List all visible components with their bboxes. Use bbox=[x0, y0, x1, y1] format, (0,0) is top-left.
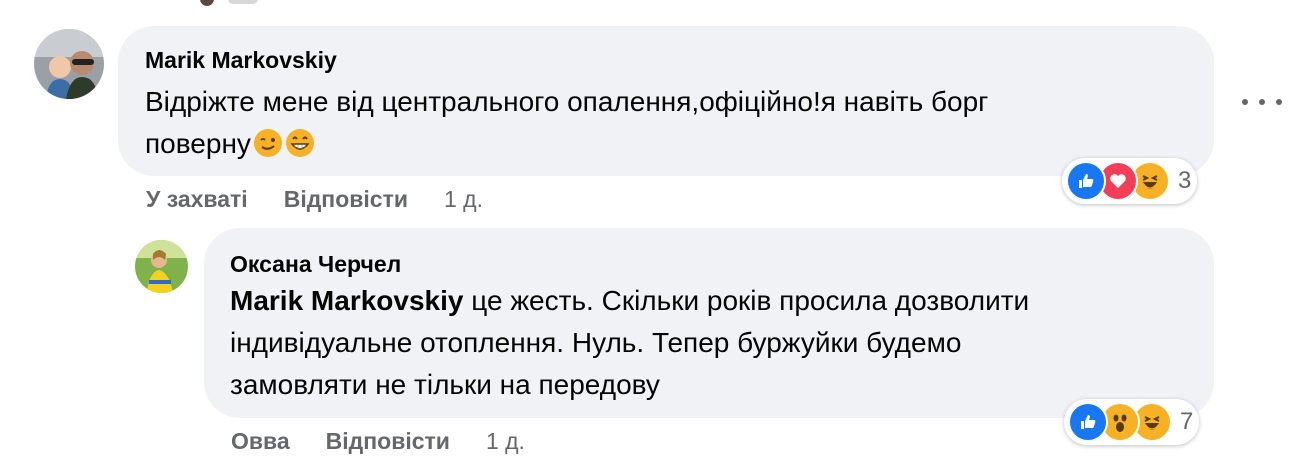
comment-bubble: Оксана Черчел Marik Markovskiy це жесть.… bbox=[204, 228, 1214, 418]
comment-text: Marik Markovskiy це жесть. Скільки років… bbox=[230, 280, 1200, 406]
comment-author[interactable]: Оксана Черчел bbox=[230, 251, 401, 278]
reply-button[interactable]: Відповісти bbox=[326, 428, 450, 455]
reply-button[interactable]: Відповісти bbox=[284, 186, 408, 213]
more-dot-icon bbox=[1276, 99, 1282, 105]
reactions-summary[interactable]: 3 bbox=[1062, 158, 1198, 204]
comment-actions: Овва Відповісти 1 д. bbox=[231, 428, 525, 455]
comment-text-line: це жесть. Скільки років просила дозволит… bbox=[463, 285, 1030, 316]
reaction-count: 3 bbox=[1178, 167, 1192, 194]
mention-link[interactable]: Marik Markovskiy bbox=[230, 285, 463, 316]
comment-actions: У захваті Відповісти 1 д. bbox=[146, 186, 483, 213]
reaction-count: 7 bbox=[1180, 408, 1194, 435]
timestamp[interactable]: 1 д. bbox=[486, 428, 525, 455]
comment-author[interactable]: Marik Markovskiy bbox=[145, 47, 337, 74]
more-dot-icon bbox=[1259, 99, 1265, 105]
avatar[interactable] bbox=[135, 240, 188, 293]
more-dot-icon bbox=[1242, 99, 1248, 105]
comment-text-line: поверну bbox=[145, 128, 251, 159]
comment-text-line: індивідуальне отоплення. Нуль. Тепер бур… bbox=[230, 327, 962, 358]
like-icon bbox=[1068, 402, 1108, 442]
timestamp[interactable]: 1 д. bbox=[444, 186, 483, 213]
grin-emoji-icon bbox=[285, 128, 315, 158]
avatar[interactable] bbox=[34, 29, 104, 99]
comment-bubble: Marik Markovskiy Відріжте мене від центр… bbox=[118, 26, 1214, 176]
more-options-button[interactable] bbox=[1242, 90, 1282, 114]
react-button[interactable]: Овва bbox=[231, 428, 290, 455]
comment-text-line: замовляти не тільки на передову bbox=[230, 369, 660, 400]
comment-text-line: Відріжте мене від центрального опалення,… bbox=[145, 86, 989, 117]
wink-emoji-icon bbox=[253, 128, 283, 158]
previous-comment-edge bbox=[200, 0, 260, 6]
comment-text: Відріжте мене від центрального опалення,… bbox=[145, 81, 1195, 165]
like-icon bbox=[1066, 161, 1106, 201]
react-button[interactable]: У захваті bbox=[146, 186, 248, 213]
reactions-summary[interactable]: 7 bbox=[1064, 399, 1200, 445]
